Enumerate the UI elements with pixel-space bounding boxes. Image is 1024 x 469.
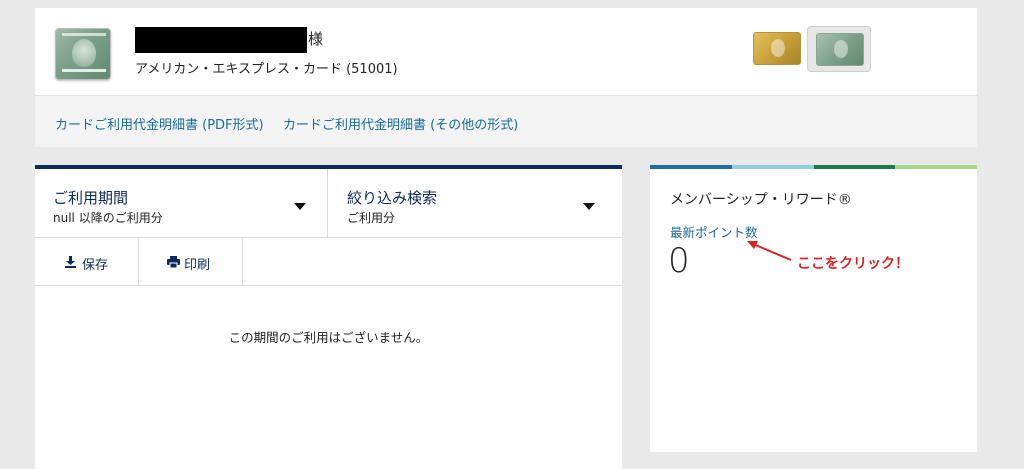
save-label: 保存: [82, 258, 109, 273]
honorific: 様: [308, 30, 324, 48]
redacted-member-name: [135, 27, 307, 53]
rewards-color-bar: [650, 165, 977, 169]
chevron-down-icon: [583, 203, 595, 210]
annotation-arrow-icon: [747, 241, 792, 261]
statement-other-format-link[interactable]: カードご利用代金明細書 (その他の形式): [283, 114, 518, 133]
statement-pdf-link[interactable]: カードご利用代金明細書 (PDF形式): [55, 114, 264, 133]
search-filter-title: 絞り込み検索: [347, 189, 438, 207]
download-icon: [65, 256, 76, 268]
annotation-text: ここをクリック！: [797, 256, 909, 272]
save-button[interactable]: 保存: [35, 238, 139, 286]
card-name: アメリカン・エキスプレス・カード (51001): [135, 62, 398, 77]
rewards-panel: メンバーシップ・リワード® 最新ポイント数 0: [650, 165, 977, 452]
period-dropdown[interactable]: ご利用期間 null 以降のご利用分: [35, 169, 328, 238]
account-row: 様 アメリカン・エキスプレス・カード (51001): [35, 8, 977, 95]
points-value: 0: [668, 241, 690, 281]
print-label: 印刷: [184, 258, 211, 273]
empty-transactions-message: この期間のご利用はございません。: [228, 330, 429, 345]
rewards-title: メンバーシップ・リワード®: [670, 192, 852, 208]
period-title: ご利用期間: [53, 189, 129, 207]
printer-icon: [167, 256, 180, 268]
card-switch-green-selected[interactable]: [807, 26, 871, 72]
card-switch-gold[interactable]: [753, 32, 801, 65]
action-row: 保存 印刷: [35, 238, 622, 286]
print-button[interactable]: 印刷: [139, 238, 243, 286]
statement-links-bar: カードご利用代金明細書 (PDF形式) カードご利用代金明細書 (その他の形式): [35, 95, 977, 147]
chevron-down-icon: [294, 203, 306, 210]
filter-row: ご利用期間 null 以降のご利用分 絞り込み検索 ご利用分: [35, 169, 622, 238]
search-filter-value: ご利用分: [347, 211, 396, 225]
selected-card-image: [55, 28, 111, 80]
account-header: 様 アメリカン・エキスプレス・カード (51001) カードご利用代金明細書 (…: [35, 8, 977, 147]
search-filter-dropdown[interactable]: 絞り込み検索 ご利用分: [328, 169, 622, 238]
transactions-panel: ご利用期間 null 以降のご利用分 絞り込み検索 ご利用分 保存 印刷 この期…: [35, 165, 622, 469]
period-value: null 以降のご利用分: [53, 211, 163, 225]
